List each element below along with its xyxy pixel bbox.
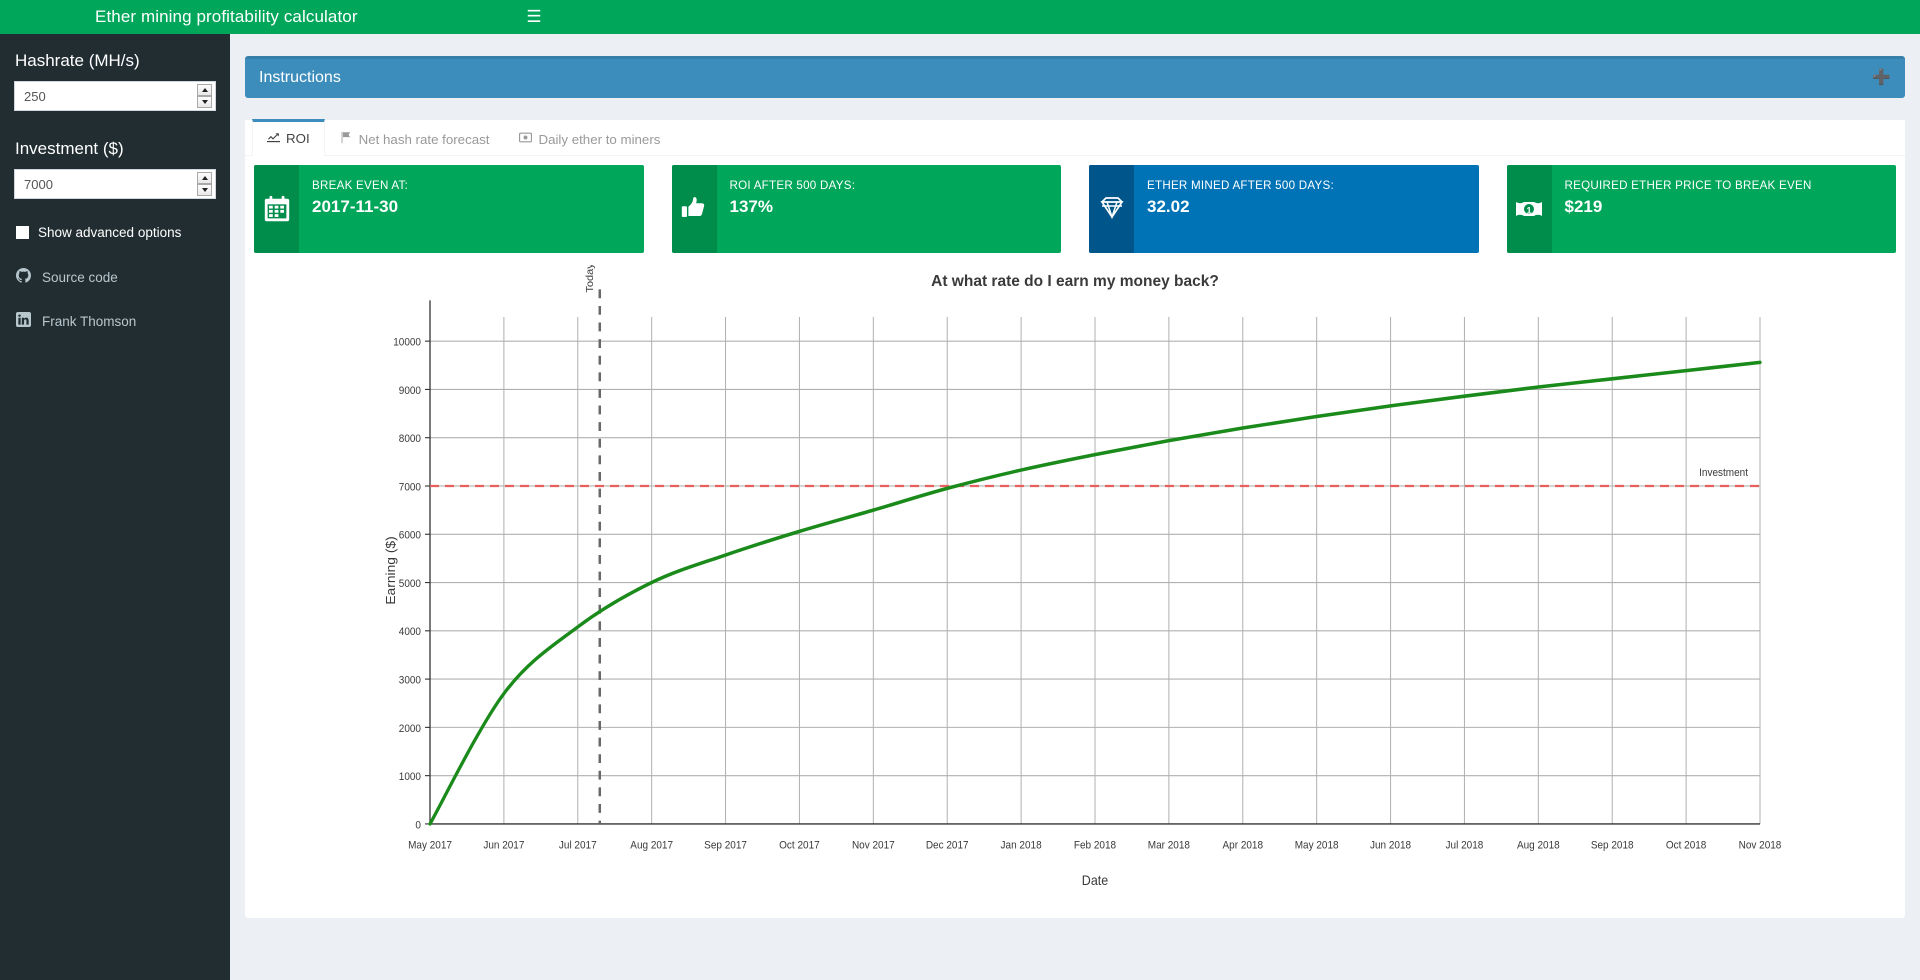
y-tick-label: 6000 (399, 529, 421, 542)
y-axis-label: Earning ($) (384, 536, 398, 604)
stat-card-label: ETHER MINED AFTER 500 DAYS: (1147, 179, 1334, 192)
show-advanced-options-row[interactable]: Show advanced options (0, 199, 230, 240)
sidebar: Hashrate (MH/s) Investment ($) Show adva… (0, 34, 230, 980)
investment-label: Investment (1699, 467, 1748, 480)
x-tick-label: Nov 2017 (852, 839, 895, 852)
sidebar-item-linkedin[interactable]: Frank Thomson (0, 308, 230, 334)
y-tick-label: 7000 (399, 481, 421, 494)
show-advanced-options-label: Show advanced options (38, 225, 182, 240)
tab-label: ROI (286, 131, 310, 146)
today-label: Today (584, 265, 595, 293)
tab-daily-ether-to-miners[interactable]: Daily ether to miners (504, 121, 675, 156)
investment-stepper[interactable] (197, 172, 212, 196)
app-title: Ether mining profitability calculator (0, 0, 500, 34)
sidebar-item-label: Frank Thomson (42, 313, 137, 329)
line-chart-icon (267, 121, 280, 157)
diamond-icon (1089, 165, 1134, 253)
y-tick-label: 5000 (399, 578, 421, 591)
instructions-title: Instructions (259, 69, 341, 86)
main-content: Instructions ➕ ROI Net hash rate forecas… (230, 34, 1920, 980)
x-tick-label: Feb 2018 (1074, 839, 1116, 852)
y-tick-label: 10000 (393, 336, 421, 349)
x-tick-label: Jul 2017 (559, 839, 597, 852)
x-tick-label: Mar 2018 (1148, 839, 1190, 852)
x-tick-label: Nov 2018 (1739, 839, 1782, 852)
x-tick-label: Dec 2017 (926, 839, 969, 852)
x-tick-label: Oct 2018 (1666, 839, 1707, 852)
x-tick-label: Sep 2018 (1591, 839, 1634, 852)
x-tick-label: Apr 2018 (1223, 839, 1264, 852)
stat-card-roi: ROI AFTER 500 DAYS: 137% (671, 165, 1061, 253)
top-navbar: Ether mining profitability calculator ☰ (0, 0, 1920, 34)
x-axis-label: Date (1082, 872, 1108, 888)
roi-chart: At what rate do I earn my money back? 01… (245, 265, 1905, 918)
x-tick-label: Aug 2017 (630, 839, 673, 852)
hashrate-stepper-up-icon[interactable] (197, 84, 212, 96)
hashrate-stepper-down-icon[interactable] (197, 96, 212, 108)
investment-stepper-up-icon[interactable] (197, 172, 212, 184)
svg-text:1: 1 (1526, 206, 1531, 216)
plus-icon[interactable]: ➕ (1872, 70, 1891, 85)
stat-cards: BREAK EVEN AT: 2017-11-30 ROI AFTER 500 … (254, 165, 1896, 253)
money-bill-icon: 1 (1506, 165, 1552, 253)
stat-card-value: $219 (1564, 197, 1603, 216)
show-advanced-options-checkbox[interactable] (16, 226, 29, 239)
x-tick-label: Oct 2017 (779, 839, 820, 852)
stat-card-break-even: BREAK EVEN AT: 2017-11-30 (254, 165, 644, 253)
y-tick-label: 8000 (399, 433, 421, 446)
instructions-panel[interactable]: Instructions ➕ (245, 56, 1905, 98)
sidebar-item-label: Source code (42, 269, 118, 285)
money-icon (519, 122, 533, 157)
investment-stepper-down-icon[interactable] (197, 184, 212, 196)
x-tick-label: Jan 2018 (1001, 839, 1042, 852)
tabs-panel: ROI Net hash rate forecast Daily ether t… (245, 119, 1905, 918)
hashrate-input[interactable] (15, 82, 215, 110)
stat-card-ether-mined: ETHER MINED AFTER 500 DAYS: 32.02 (1089, 165, 1479, 253)
github-icon (16, 268, 31, 286)
x-tick-label: May 2017 (408, 839, 452, 852)
tab-label: Daily ether to miners (538, 131, 661, 147)
x-tick-label: Jun 2017 (483, 839, 524, 852)
x-tick-label: Jun 2018 (1370, 839, 1411, 852)
stat-card-required-price: 1 REQUIRED ETHER PRICE TO BREAK EVEN $21… (1506, 165, 1896, 253)
x-tick-label: Aug 2018 (1517, 839, 1560, 852)
x-tick-label: Jul 2018 (1446, 839, 1484, 852)
stat-card-value: 2017-11-30 (312, 197, 399, 216)
sidebar-item-source-code[interactable]: Source code (0, 264, 230, 290)
y-tick-label: 2000 (399, 722, 421, 735)
stat-card-value: 137% (729, 197, 773, 216)
investment-label: Investment ($) (15, 139, 124, 158)
flag-icon (340, 122, 353, 157)
stat-card-label: ROI AFTER 500 DAYS: (729, 179, 856, 192)
hamburger-icon[interactable]: ☰ (516, 0, 552, 34)
hashrate-label: Hashrate (MH/s) (15, 51, 140, 70)
y-tick-label: 3000 (399, 674, 421, 687)
y-tick-label: 0 (415, 819, 421, 832)
linkedin-icon (16, 312, 31, 330)
stat-card-value: 32.02 (1147, 197, 1190, 216)
x-tick-label: May 2018 (1295, 839, 1339, 852)
tab-roi[interactable]: ROI (252, 119, 325, 156)
stat-card-label: REQUIRED ETHER PRICE TO BREAK EVEN (1564, 179, 1812, 192)
tab-net-hash-rate-forecast[interactable]: Net hash rate forecast (325, 121, 505, 156)
navbar-right: ☰ (500, 0, 1920, 34)
chart-canvas: 0 1000 2000 3000 4000 5000 6000 7000 8000 9000 100… (384, 265, 1782, 888)
y-tick-label: 1000 (399, 771, 421, 784)
y-tick-label: 9000 (399, 384, 421, 397)
investment-field-wrap (14, 169, 216, 199)
hashrate-stepper[interactable] (197, 84, 212, 108)
x-tick-label: Sep 2017 (704, 839, 747, 852)
stat-card-label: BREAK EVEN AT: (312, 179, 409, 192)
calendar-icon (254, 165, 299, 253)
investment-input[interactable] (15, 170, 215, 198)
y-tick-label: 4000 (399, 626, 421, 639)
tab-label: Net hash rate forecast (358, 131, 490, 147)
hashrate-field-wrap (14, 81, 216, 111)
tab-bar: ROI Net hash rate forecast Daily ether t… (245, 119, 1905, 156)
thumbs-up-icon (671, 165, 717, 253)
